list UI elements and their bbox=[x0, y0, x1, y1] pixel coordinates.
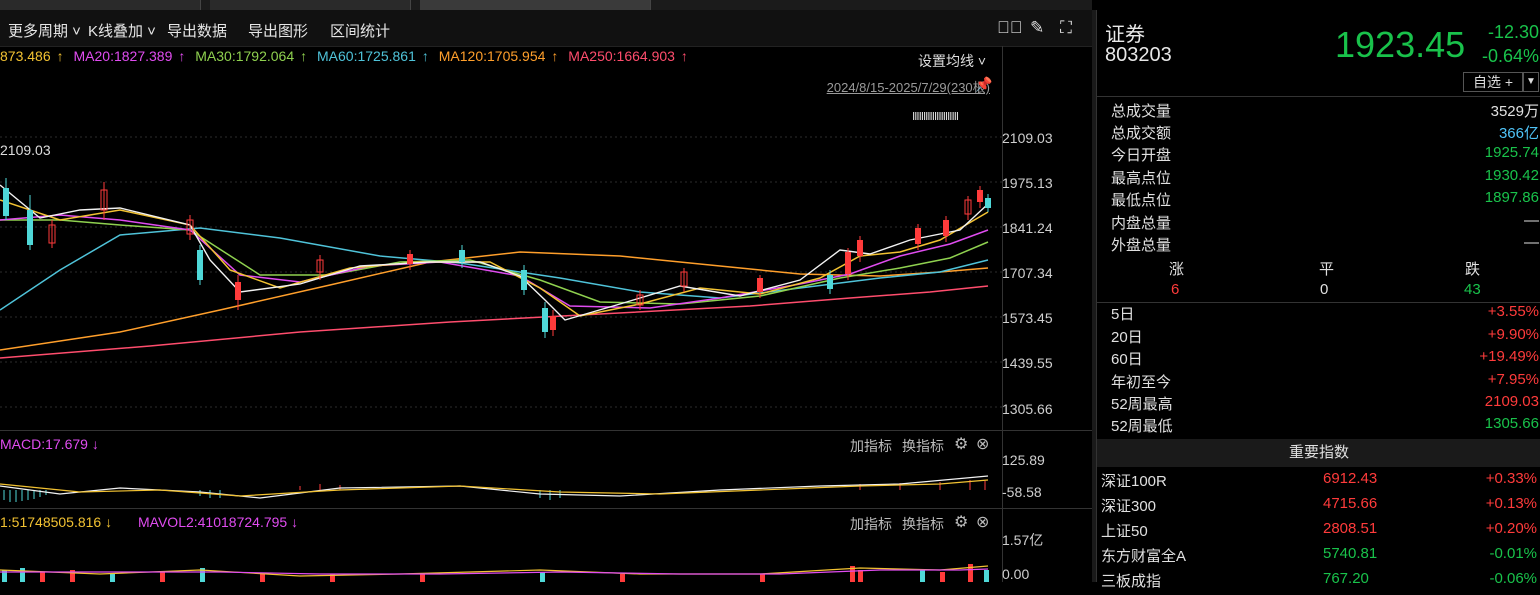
perf-row: 年初至今 +7.95% bbox=[1111, 371, 1539, 391]
ma10-value: 873.486 bbox=[0, 48, 51, 64]
toolbar-export-data[interactable]: 导出数据 bbox=[167, 20, 227, 41]
last-price: 1923.45 bbox=[1335, 24, 1466, 65]
security-code: 803203 bbox=[1105, 44, 1172, 66]
y-tick-7: 1305.66 bbox=[1002, 401, 1053, 417]
ma-settings-button[interactable]: 设置均线 ˅ bbox=[918, 51, 986, 71]
price-change: -12.30 -0.64% bbox=[1482, 20, 1539, 68]
close-icon[interactable]: ⊗ bbox=[976, 512, 989, 532]
security-name: 证券 bbox=[1105, 24, 1145, 46]
perf-row: 20日 +9.90% bbox=[1111, 326, 1539, 346]
vol-label-2: MAVOL2:41018724.795 ↓ bbox=[138, 514, 299, 530]
ma250-value: MA250:1664.903 bbox=[568, 48, 675, 64]
tab-3-active[interactable] bbox=[420, 0, 651, 10]
brush-icon[interactable]: ✎ bbox=[1030, 18, 1044, 38]
ma20-value: MA20:1827.389 bbox=[73, 48, 173, 64]
index-row[interactable]: 三板成指 767.20 -0.06% bbox=[1101, 570, 1540, 595]
tab-strip bbox=[0, 0, 1092, 10]
tab-2[interactable] bbox=[210, 0, 411, 10]
stat-row: 今日开盘 1925.74 bbox=[1111, 144, 1539, 164]
vol-switch-indicator[interactable]: 换指标 bbox=[902, 514, 944, 534]
kline-chart[interactable] bbox=[0, 70, 1002, 430]
perf-row: 60日 +19.49% bbox=[1111, 348, 1539, 368]
flat-label: 平 bbox=[1319, 261, 1335, 278]
pane-separator bbox=[0, 430, 1092, 431]
index-section-header: 重要指数 bbox=[1097, 439, 1540, 467]
stat-row: 最高点位 1930.42 bbox=[1111, 167, 1539, 187]
up-count: 6 bbox=[1171, 281, 1180, 298]
index-row[interactable]: 深证100R 6912.43 +0.33% bbox=[1101, 470, 1540, 495]
y-tick-2: 1975.13 bbox=[1002, 175, 1053, 191]
down-label: 跌 bbox=[1465, 261, 1481, 278]
down-count: 43 bbox=[1464, 281, 1481, 298]
vol-add-indicator[interactable]: 加指标 bbox=[850, 514, 892, 534]
stat-row: 外盘总量 — bbox=[1111, 234, 1539, 254]
y-tick-6: 1439.55 bbox=[1002, 355, 1053, 371]
stat-row: 总成交额 366亿 bbox=[1111, 125, 1539, 142]
stat-row: 总成交量 3529万 bbox=[1111, 103, 1539, 120]
volume-chart[interactable] bbox=[0, 540, 1002, 582]
flat-count: 0 bbox=[1320, 281, 1329, 298]
high-marker: 2109.03 bbox=[0, 142, 51, 158]
ma30-value: MA30:1792.064 bbox=[195, 48, 295, 64]
ma-legend: 873.486 ↑ MA20:1827.389 ↑ MA30:1792.064 ↑ M… bbox=[0, 48, 688, 64]
ma60-value: MA60:1725.861 bbox=[317, 48, 416, 64]
toolbar-export-image[interactable]: 导出图形 bbox=[248, 20, 308, 41]
chevron-down-icon[interactable]: ▼ bbox=[1523, 72, 1539, 92]
close-icon[interactable]: ⊗ bbox=[976, 434, 989, 454]
y-tick-5: 1573.45 bbox=[1002, 310, 1053, 326]
toolbar-range-stats[interactable]: 区间统计 bbox=[330, 20, 390, 41]
vol-label-1: 1:51748505.816 ↓ bbox=[0, 514, 113, 530]
macd-tick-low: -58.58 bbox=[1002, 484, 1042, 500]
quote-panel: 证券 803203 1923.45 -12.30 -0.64% 自选 + ▼ 总… bbox=[1096, 10, 1540, 590]
vol-tick-low: 0.00 bbox=[1002, 566, 1030, 582]
macd-tick-high: 125.89 bbox=[1002, 452, 1045, 468]
y-tick-4: 1707.34 bbox=[1002, 265, 1053, 281]
change-value: -12.30 bbox=[1487, 22, 1539, 42]
index-row[interactable]: 深证300 4715.66 +0.13% bbox=[1101, 495, 1540, 520]
index-row[interactable]: 东方财富全A 5740.81 -0.01% bbox=[1101, 545, 1540, 570]
up-label: 涨 bbox=[1169, 261, 1185, 278]
toolbar-period[interactable]: 更多周期 ˅ bbox=[8, 20, 81, 41]
pane-separator-2 bbox=[0, 508, 1092, 509]
gear-icon[interactable]: ⚙ bbox=[954, 434, 968, 454]
gear-icon[interactable]: ⚙ bbox=[954, 512, 968, 532]
chart-toolbar: 更多周期 ˅ K线叠加 ˅ 导出数据 导出图形 区间统计 ⌄⃝ ✎ ⛶ bbox=[0, 10, 1092, 47]
stat-row: 最低点位 1897.86 bbox=[1111, 189, 1539, 209]
vol-tick-high: 1.57亿 bbox=[1002, 532, 1044, 548]
perf-row: 52周最低 1305.66 bbox=[1111, 415, 1539, 435]
y-tick-3: 1841.24 bbox=[1002, 220, 1053, 236]
y-tick-1: 2109.03 bbox=[1002, 130, 1053, 146]
stat-row: 内盘总量 — bbox=[1111, 212, 1539, 232]
ma120-value: MA120:1705.954 bbox=[438, 48, 546, 64]
tab-1[interactable] bbox=[0, 0, 201, 10]
perf-row: 5日 +3.55% bbox=[1111, 303, 1539, 323]
add-watchlist-button[interactable]: 自选 + bbox=[1463, 72, 1523, 92]
macd-label: MACD:17.679 ↓ bbox=[0, 436, 99, 452]
change-percent: -0.64% bbox=[1481, 46, 1539, 66]
macd-switch-indicator[interactable]: 换指标 bbox=[902, 436, 944, 456]
macd-chart[interactable] bbox=[0, 456, 1002, 508]
panel-divider bbox=[1097, 96, 1540, 97]
chevron-circle-icon[interactable]: ⌄⃝ bbox=[997, 18, 1023, 38]
perf-row: 52周最高 2109.03 bbox=[1111, 393, 1539, 413]
toolbar-overlay[interactable]: K线叠加 ˅ bbox=[88, 20, 156, 41]
macd-add-indicator[interactable]: 加指标 bbox=[850, 436, 892, 456]
expand-icon[interactable]: ⛶ bbox=[1060, 18, 1072, 38]
index-row[interactable]: 上证50 2808.51 +0.20% bbox=[1101, 520, 1540, 545]
